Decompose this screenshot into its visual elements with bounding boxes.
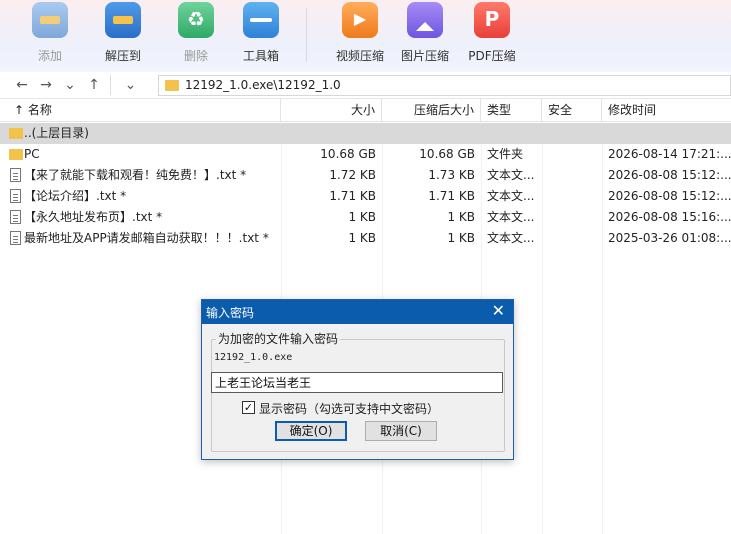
toolbar-separator: [306, 8, 307, 62]
toolbox-label: 工具箱: [242, 49, 279, 63]
cell-modified: 2026-08-08 15:12:...: [608, 189, 731, 203]
cell-size: 10.68 GB: [320, 147, 376, 161]
column-size[interactable]: 大小: [281, 99, 382, 122]
address-bar: ← → ⌄ ↑ ⌄ 12192_1.0.exe\12192_1.0: [0, 72, 731, 99]
cell-packed: [382, 123, 481, 144]
folder-icon: [165, 80, 179, 91]
recycle-icon: [178, 2, 214, 38]
close-icon[interactable]: ✕: [492, 301, 505, 321]
cell-name: 【永久地址发布页】.txt *: [24, 210, 163, 224]
archive-filename: 12192_1.0.exe: [214, 352, 293, 363]
back-arrow-icon[interactable]: ←: [12, 75, 32, 95]
extract-to-button[interactable]: 解压到: [91, 2, 155, 68]
column-security[interactable]: 安全: [542, 99, 602, 122]
table-row[interactable]: 最新地址及APP请发邮箱自动获取！！！.txt * 1 KB 1 KB 文本文... 2…: [0, 228, 731, 249]
cell-name: 【来了就能下载和观看！纯免费！】.txt *: [24, 168, 247, 182]
cell-size: [281, 123, 382, 144]
show-password-label[interactable]: 显示密码（勾选可支持中文密码）: [259, 400, 439, 417]
password-dialog: 输入密码 ✕ 为加密的文件输入密码 12192_1.0.exe ✓ 显示密码（勾…: [201, 299, 514, 460]
cell-packed: 1 KB: [447, 210, 475, 224]
cell-packed: 1.71 KB: [428, 189, 475, 203]
cell-type: 文本文...: [487, 189, 535, 203]
column-modified[interactable]: 修改时间: [602, 99, 731, 122]
cell-modified: 2026-08-08 15:16:...: [608, 210, 731, 224]
password-input[interactable]: [211, 372, 503, 393]
cancel-button[interactable]: 取消(C): [365, 421, 437, 441]
table-row[interactable]: 【永久地址发布页】.txt * 1 KB 1 KB 文本文... 2026-08-08 …: [0, 207, 731, 228]
add-button-label: 添加: [37, 49, 62, 63]
column-name[interactable]: ↑ 名称: [0, 99, 281, 122]
cell-size: 1 KB: [348, 231, 376, 245]
cell-type: 文件夹: [487, 147, 524, 161]
history-chevron-icon[interactable]: ⌄: [60, 75, 80, 95]
table-row[interactable]: 【论坛介绍】.txt * 1.71 KB 1.71 KB 文本文... 2026-08-…: [0, 186, 731, 207]
cell-packed: 10.68 GB: [419, 147, 475, 161]
cell-type: [481, 123, 542, 144]
video-compress-label: 视频压缩: [335, 49, 384, 63]
toolbox-button[interactable]: 工具箱: [229, 2, 293, 68]
cell-type: 文本文...: [487, 168, 535, 182]
cell-name: ..(上层目录): [24, 126, 89, 140]
column-type[interactable]: 类型: [481, 99, 542, 122]
cell-name: 最新地址及APP请发邮箱自动获取！！！.txt *: [24, 231, 269, 245]
video-compress-button[interactable]: 视频压缩: [328, 2, 392, 68]
extract-icon: [105, 2, 141, 38]
video-compress-icon: [342, 2, 378, 38]
cell-size: 1 KB: [348, 210, 376, 224]
forward-arrow-icon[interactable]: →: [36, 75, 56, 95]
delete-label: 删除: [183, 49, 208, 63]
image-compress-label: 图片压缩: [400, 49, 449, 63]
cell-packed: 1.73 KB: [428, 168, 475, 182]
extract-to-label: 解压到: [104, 49, 141, 63]
path-text: 12192_1.0.exe\12192_1.0: [185, 78, 341, 92]
delete-button[interactable]: 删除: [164, 2, 228, 68]
up-arrow-icon[interactable]: ↑: [84, 75, 104, 95]
cell-type: 文本文...: [487, 231, 535, 245]
cell-type: 文本文...: [487, 210, 535, 224]
cell-modified: [602, 123, 731, 144]
cell-name: 【论坛介绍】.txt *: [24, 189, 127, 203]
add-button[interactable]: 添加: [18, 2, 82, 68]
ok-button[interactable]: 确定(O): [275, 421, 347, 441]
cell-modified: 2025-03-26 01:08:...: [608, 231, 731, 245]
group-label: 为加密的文件输入密码: [216, 330, 341, 347]
image-compress-icon: [407, 2, 443, 38]
pdf-compress-button[interactable]: PDF压缩: [460, 2, 524, 68]
pdf-compress-icon: [474, 2, 510, 38]
path-field[interactable]: 12192_1.0.exe\12192_1.0: [158, 75, 731, 96]
show-password-checkbox[interactable]: ✓: [242, 401, 255, 414]
column-packed-size[interactable]: 压缩后大小: [382, 99, 481, 122]
table-row[interactable]: PC 10.68 GB 10.68 GB 文件夹 2026-08-14 17:21:..…: [0, 144, 731, 165]
toolbox-icon: [243, 2, 279, 38]
table-row[interactable]: 【来了就能下载和观看！纯免费！】.txt * 1.72 KB 1.73 KB 文本文.…: [0, 165, 731, 186]
path-dropdown-icon[interactable]: ⌄: [110, 75, 150, 95]
column-header: ↑ 名称 大小 压缩后大小 类型 安全 修改时间: [0, 99, 731, 122]
cell-modified: 2026-08-14 17:21:...: [608, 147, 731, 161]
cell-size: 1.72 KB: [329, 168, 376, 182]
cell-size: 1.71 KB: [329, 189, 376, 203]
cell-packed: 1 KB: [447, 231, 475, 245]
add-archive-icon: [32, 2, 68, 38]
dialog-title: 输入密码: [206, 306, 255, 320]
pdf-compress-label: PDF压缩: [468, 49, 516, 63]
cell-name: PC: [24, 147, 40, 161]
toolbar: 添加 解压到 删除 工具箱 视频压缩 图片压缩 PDF压缩: [0, 0, 731, 72]
cell-modified: 2026-08-08 15:12:...: [608, 168, 731, 182]
dialog-titlebar: 输入密码 ✕: [202, 300, 513, 324]
image-compress-button[interactable]: 图片压缩: [393, 2, 457, 68]
table-row[interactable]: ..(上层目录): [0, 123, 731, 144]
